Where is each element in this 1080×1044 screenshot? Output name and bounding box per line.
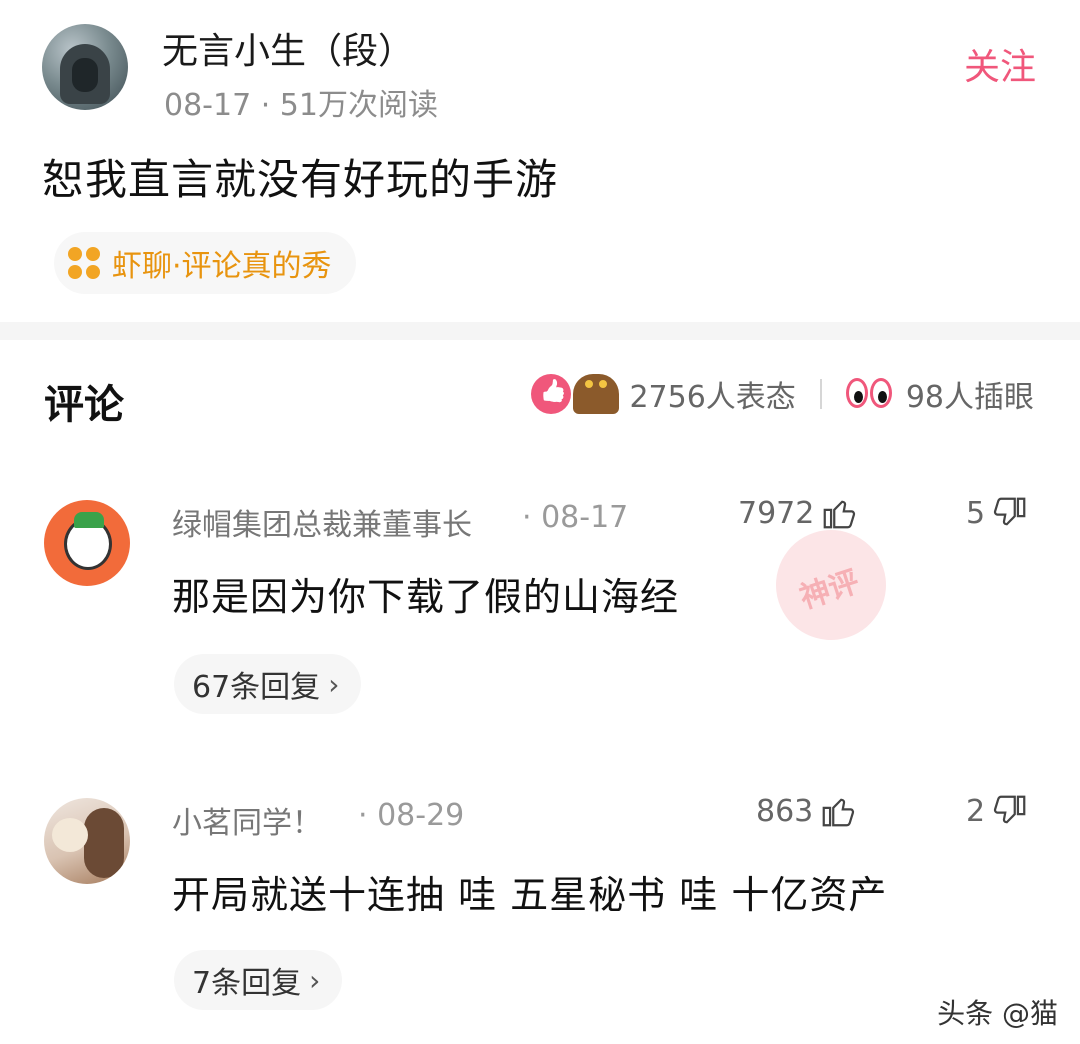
chevron-right-icon: › xyxy=(309,963,321,997)
featured-comment-stamp: 神评 xyxy=(761,515,901,655)
chevron-right-icon: › xyxy=(328,667,340,701)
replies-count: 67条回复 xyxy=(192,670,321,705)
eyes-count: 98人插眼 xyxy=(905,380,1034,415)
comment-time: · 08-29 xyxy=(358,798,465,833)
comment-author[interactable]: 绿帽集团总裁兼董事长 xyxy=(172,500,472,544)
comments-title: 评论 xyxy=(44,382,124,428)
comment-avatar[interactable] xyxy=(44,500,130,586)
view-replies-button[interactable]: 7条回复 › xyxy=(174,950,343,1010)
post-text: 恕我直言就没有好玩的手游 xyxy=(42,155,559,204)
comment-like-button[interactable]: 863 xyxy=(756,792,857,830)
topic-label: 虾聊·评论真的秀 xyxy=(112,249,332,284)
reactions-count: 2756人表态 xyxy=(629,380,796,415)
topic-chip[interactable]: 虾聊·评论真的秀 xyxy=(54,232,356,294)
follow-button[interactable]: 关注 xyxy=(964,38,1036,90)
thumbs-up-icon xyxy=(822,798,855,827)
thumbs-down-icon xyxy=(993,497,1026,526)
source-watermark: 头条 @猫 xyxy=(937,997,1058,1030)
comment-text: 那是因为你下载了假的山海经 xyxy=(172,575,680,619)
comment-like-button[interactable]: 7972 xyxy=(738,494,858,532)
comment-author[interactable]: 小茗同学！ xyxy=(172,798,322,842)
eyes-reaction-icon xyxy=(845,374,896,414)
comment-avatar[interactable] xyxy=(44,798,130,884)
mole-reaction-icon xyxy=(573,374,620,414)
replies-count: 7条回复 xyxy=(192,966,302,1001)
thumbs-up-icon xyxy=(824,500,856,529)
post-meta: 08-17 · 51万次阅读 xyxy=(164,88,438,123)
section-divider xyxy=(0,322,1080,340)
comment-dislike-button[interactable]: 2 xyxy=(966,792,1029,830)
author-avatar[interactable] xyxy=(42,24,128,110)
comment-text: 开局就送十连抽 哇 五星秘书 哇 十亿资产 xyxy=(172,873,888,917)
topic-icon xyxy=(68,247,100,279)
comment-time: · 08-17 xyxy=(522,500,629,535)
comment-like-count: 863 xyxy=(756,793,814,829)
author-name[interactable]: 无言小生（段） xyxy=(162,22,414,74)
reactions-bar[interactable]: 2756人表态 98人插眼 xyxy=(531,368,1034,420)
reactions-separator xyxy=(819,379,822,409)
comment-dislike-button[interactable]: 5 xyxy=(966,494,1029,532)
comment-dislike-count: 2 xyxy=(966,793,986,829)
view-replies-button[interactable]: 67条回复 › xyxy=(174,654,362,714)
comment-like-count: 7972 xyxy=(738,495,815,531)
thumbs-down-icon xyxy=(993,795,1026,824)
like-reaction-icon xyxy=(531,374,572,414)
comment-dislike-count: 5 xyxy=(966,495,986,531)
